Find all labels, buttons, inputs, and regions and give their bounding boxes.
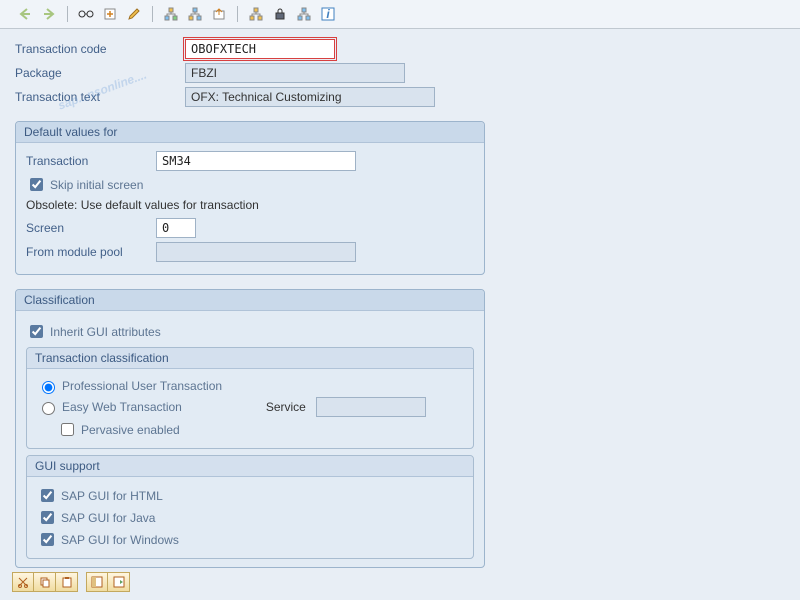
obsolete-text: Obsolete: Use default values for transac…	[26, 198, 474, 212]
back-button[interactable]	[15, 4, 35, 24]
default-values-group: Default values for Transaction Skip init…	[15, 121, 485, 275]
classification-group: Classification Inherit GUI attributes Tr…	[15, 289, 485, 568]
package-input	[185, 63, 405, 83]
transaction-input[interactable]	[156, 151, 356, 171]
paste-icon[interactable]	[56, 572, 78, 592]
create-icon[interactable]	[100, 4, 120, 24]
service-label: Service	[266, 400, 306, 414]
professional-radio[interactable]: Professional User Transaction	[37, 378, 463, 394]
gui-java-checkbox[interactable]: SAP GUI for Java	[37, 508, 463, 527]
gui-html-label: SAP GUI for HTML	[61, 489, 163, 503]
screen-input[interactable]	[156, 218, 196, 238]
skip-initial-checkbox[interactable]: Skip initial screen	[26, 175, 474, 194]
easy-web-label: Easy Web Transaction	[62, 400, 182, 414]
classification-title: Classification	[16, 290, 484, 311]
transaction-label: Transaction	[26, 154, 156, 168]
cut-icon[interactable]	[12, 572, 34, 592]
service-input	[316, 397, 426, 417]
inherit-gui-label: Inherit GUI attributes	[50, 325, 161, 339]
export-icon[interactable]	[209, 4, 229, 24]
glasses-icon[interactable]	[76, 4, 96, 24]
gui-html-checkbox[interactable]: SAP GUI for HTML	[37, 486, 463, 505]
hierarchy-icon-3[interactable]	[246, 4, 266, 24]
toolbar: i	[0, 0, 800, 29]
hierarchy-icon-2[interactable]	[185, 4, 205, 24]
skip-initial-label: Skip initial screen	[50, 178, 143, 192]
pervasive-label: Pervasive enabled	[81, 423, 180, 437]
transaction-text-input	[185, 87, 435, 107]
default-values-title: Default values for	[16, 122, 484, 143]
inherit-gui-checkbox[interactable]: Inherit GUI attributes	[26, 322, 474, 341]
easy-web-radio[interactable]: Easy Web Transaction	[37, 399, 182, 415]
professional-label: Professional User Transaction	[62, 379, 222, 393]
edit-icon[interactable]	[124, 4, 144, 24]
gui-windows-label: SAP GUI for Windows	[61, 533, 179, 547]
gui-support-title: GUI support	[27, 456, 473, 477]
transaction-code-input[interactable]	[185, 39, 335, 59]
trans-class-title: Transaction classification	[27, 348, 473, 369]
bottom-toolbar	[12, 572, 130, 592]
forward-button[interactable]	[39, 4, 59, 24]
transaction-code-label: Transaction code	[15, 42, 185, 56]
module-pool-label: From module pool	[26, 245, 156, 259]
lock-icon[interactable]	[270, 4, 290, 24]
transaction-text-label: Transaction text	[15, 90, 185, 104]
gui-java-label: SAP GUI for Java	[61, 511, 155, 525]
hierarchy-icon-1[interactable]	[161, 4, 181, 24]
info-icon[interactable]: i	[318, 4, 338, 24]
layout-icon-2[interactable]	[108, 572, 130, 592]
gui-windows-checkbox[interactable]: SAP GUI for Windows	[37, 530, 463, 549]
pervasive-checkbox[interactable]: Pervasive enabled	[57, 420, 463, 439]
layout-icon-1[interactable]	[86, 572, 108, 592]
transaction-classification-subgroup: Transaction classification Professional …	[26, 347, 474, 449]
package-label: Package	[15, 66, 185, 80]
copy-icon[interactable]	[34, 572, 56, 592]
main-content: Transaction code Package Transaction tex…	[0, 29, 800, 578]
module-pool-input	[156, 242, 356, 262]
hierarchy-icon-4[interactable]	[294, 4, 314, 24]
gui-support-subgroup: GUI support SAP GUI for HTML SAP GUI for…	[26, 455, 474, 559]
screen-label: Screen	[26, 221, 156, 235]
